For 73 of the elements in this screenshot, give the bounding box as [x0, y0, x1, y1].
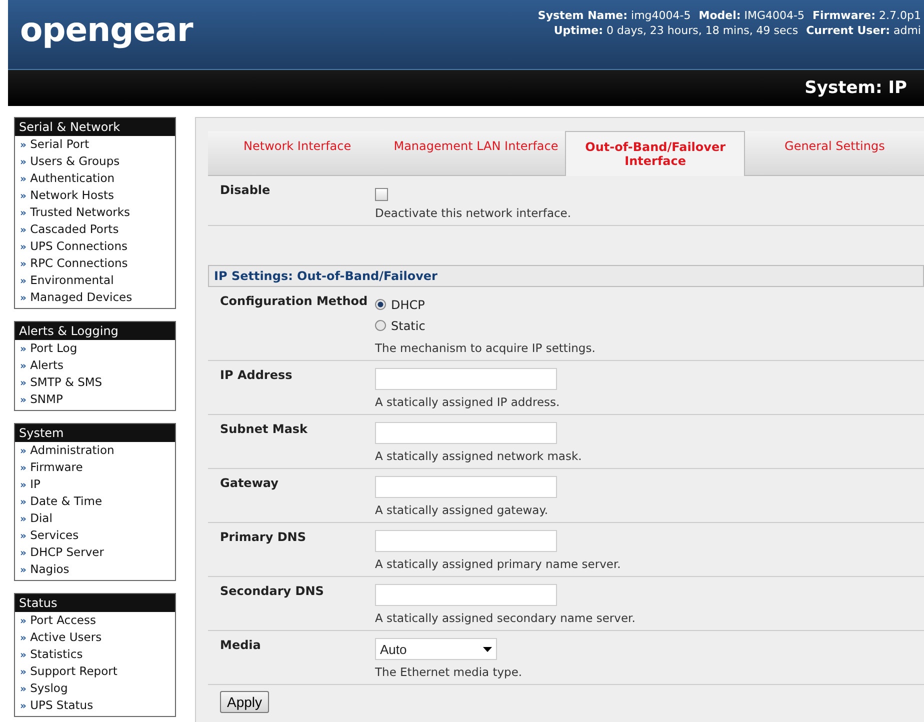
tab[interactable]: Management LAN Interface [386, 131, 566, 153]
field-hint: The mechanism to acquire IP settings. [375, 341, 596, 355]
system-info: Uptime: 0 days, 23 hours, 18 mins, 49 secs [554, 24, 798, 37]
menu-link[interactable]: » Port Access [15, 612, 175, 629]
field-hint: The Ethernet media type. [375, 665, 522, 679]
menu-link[interactable]: » IP [15, 476, 175, 493]
system-info: Model: IMG4004-5 [698, 9, 804, 22]
menu-link[interactable]: » Network Hosts [15, 187, 175, 204]
field-hint: A statically assigned primary name server. [375, 557, 621, 571]
menu-link[interactable]: » Firmware [15, 459, 175, 476]
menu-link[interactable]: » Services [15, 527, 175, 544]
menu-link[interactable]: » Port Log [15, 340, 175, 357]
radio-label: DHCP [391, 298, 425, 312]
menu-heading: Status [15, 594, 175, 612]
input-field[interactable] [375, 422, 557, 444]
menu-link[interactable]: » Alerts [15, 357, 175, 374]
menu-link[interactable]: » Date & Time [15, 493, 175, 510]
checkbox[interactable] [375, 188, 388, 201]
menu-link[interactable]: » Support Report [15, 663, 175, 680]
dropdown[interactable]: Auto [375, 638, 497, 660]
menu-link[interactable]: » Dial [15, 510, 175, 527]
menu-link[interactable]: » DHCP Server [15, 544, 175, 561]
field-hint: A statically assigned gateway. [375, 503, 548, 517]
field-label: Gateway [220, 476, 280, 492]
menu-heading: System [15, 424, 175, 442]
field-label: Subnet Mask [220, 422, 309, 438]
caret-icon [483, 646, 492, 652]
page-title: System: IP [804, 78, 907, 98]
field-label: Primary DNS [220, 530, 307, 546]
menu-link[interactable]: » Cascaded Ports [15, 221, 175, 238]
menu-link[interactable]: » RPC Connections [15, 255, 175, 272]
input-field[interactable] [375, 476, 557, 498]
input-field[interactable] [375, 368, 557, 390]
menu-link[interactable]: » UPS Connections [15, 238, 175, 255]
input-field[interactable] [375, 584, 557, 606]
radio-button[interactable] [375, 320, 386, 331]
field-hint: A statically assigned network mask. [375, 449, 582, 463]
radio-label: Static [391, 318, 426, 332]
field-hint: Deactivate this network interface. [375, 206, 572, 220]
menu-link[interactable]: » Statistics [15, 646, 175, 663]
field-hint: A statically assigned secondary name server. [375, 611, 636, 625]
section-heading: IP Settings: Out-of-Band/Failover [208, 265, 924, 287]
radio-button[interactable] [375, 299, 386, 310]
menu-link[interactable]: » Managed Devices [15, 289, 175, 306]
menu-link[interactable]: » UPS Status [15, 697, 175, 714]
menu-link[interactable]: » SMTP & SMS [15, 374, 175, 391]
field-label: Secondary DNS [220, 584, 325, 600]
system-info: System Name: img4004-5 [538, 9, 691, 22]
field-label: IP Address [220, 368, 294, 384]
logo: opengear [20, 10, 193, 49]
menu-link[interactable]: » Syslog [15, 680, 175, 697]
system-info: Firmware: 2.7.0p1 [812, 9, 921, 22]
menu-link[interactable]: » Active Users [15, 629, 175, 646]
menu-link[interactable]: » SNMP [15, 391, 175, 408]
tab[interactable]: Network Interface [208, 131, 387, 153]
menu-link[interactable]: » Serial Port [15, 136, 175, 153]
menu-link[interactable]: » Administration [15, 442, 175, 459]
tab[interactable]: Out-of-Band/Failover Interface [565, 131, 746, 176]
menu-heading: Serial & Network [15, 118, 175, 136]
input-field[interactable] [375, 530, 557, 552]
tab[interactable]: General Settings [745, 131, 924, 153]
field-label: Configuration Method [220, 294, 369, 310]
menu-link[interactable]: » Trusted Networks [15, 204, 175, 221]
menu-link[interactable]: » Nagios [15, 561, 175, 578]
field-label: Media [220, 638, 262, 654]
menu-link[interactable]: » Users & Groups [15, 153, 175, 170]
field-hint: A statically assigned IP address. [375, 395, 560, 409]
system-info: Current User: admi [806, 24, 921, 37]
menu-link[interactable]: » Environmental [15, 272, 175, 289]
menu-heading: Alerts & Logging [15, 322, 175, 340]
menu-link[interactable]: » Authentication [15, 170, 175, 187]
apply-button[interactable]: Apply [220, 691, 270, 713]
field-label: Disable [220, 183, 272, 199]
